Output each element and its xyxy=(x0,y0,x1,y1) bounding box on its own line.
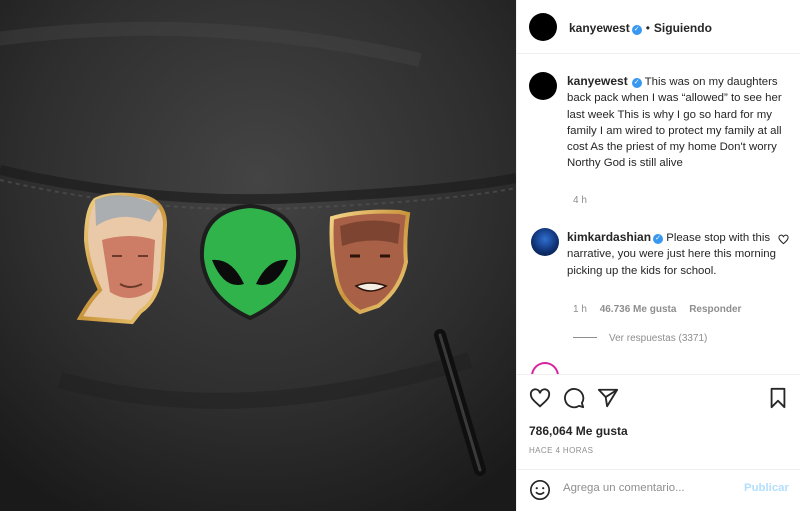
caption-text: This was on my daughters back pack when … xyxy=(567,76,782,170)
verified-badge-icon: ✓ xyxy=(631,78,642,88)
caption-age[interactable]: 4 h xyxy=(573,195,587,206)
comment-item: kimkardashian ✓ Please stop with this nar… xyxy=(567,229,782,279)
post-likes-count[interactable]: 786,064 Me gusta xyxy=(529,424,628,438)
post-photo[interactable] xyxy=(0,0,516,511)
view-replies-button[interactable]: Ver respuestas (3371) xyxy=(573,333,707,344)
instagram-post-view: kanyewest ✓ • Siguiendo kanyewest ✓ This was… xyxy=(0,0,800,511)
backpack-pins-image xyxy=(0,0,516,511)
view-replies-label: Ver respuestas (3371) xyxy=(609,333,708,344)
add-comment-bar: Agrega un comentario... Publicar xyxy=(517,469,800,512)
comment-likes[interactable]: 46.736 Me gusta xyxy=(600,304,677,315)
post-actions: 786,064 Me gusta HACE 4 HORAS Agrega un … xyxy=(517,374,800,511)
comment-like-heart-icon[interactable] xyxy=(778,234,789,248)
verified-badge-icon: ✓ xyxy=(631,25,642,35)
comment-reply-button[interactable]: Responder xyxy=(689,304,741,315)
comment-icon[interactable] xyxy=(563,387,585,414)
post-side-panel: kanyewest ✓ • Siguiendo kanyewest ✓ This was… xyxy=(516,0,800,511)
author-avatar[interactable] xyxy=(529,13,557,41)
header-separator: • xyxy=(645,21,650,35)
comment-meta: 1 h 46.736 Me gusta Responder xyxy=(573,304,751,315)
header-meta: kanyewest ✓ • Siguiendo xyxy=(569,19,712,37)
comment-input[interactable]: Agrega un comentario... xyxy=(563,482,685,494)
replies-divider xyxy=(573,337,597,338)
verified-badge-icon: ✓ xyxy=(653,234,664,244)
post-timestamp: HACE 4 HORAS xyxy=(529,446,594,455)
heart-icon[interactable] xyxy=(529,387,551,414)
follow-status-button[interactable]: Siguiendo xyxy=(654,21,712,35)
bookmark-icon[interactable] xyxy=(767,387,789,414)
author-username[interactable]: kanyewest xyxy=(569,21,630,35)
post-caption: kanyewest ✓ This was on my daughters back… xyxy=(567,73,792,172)
face-pin-left xyxy=(76,192,168,325)
comment-age[interactable]: 1 h xyxy=(573,304,587,315)
publish-button[interactable]: Publicar xyxy=(744,482,789,494)
paper-plane-icon[interactable] xyxy=(597,387,619,414)
post-header: kanyewest ✓ • Siguiendo xyxy=(517,0,800,54)
caption-avatar[interactable] xyxy=(529,72,557,100)
commenter-avatar[interactable] xyxy=(531,228,559,256)
caption-username[interactable]: kanyewest xyxy=(567,74,628,88)
comment-username[interactable]: kimkardashian xyxy=(567,230,651,244)
emoji-icon[interactable] xyxy=(529,479,551,506)
